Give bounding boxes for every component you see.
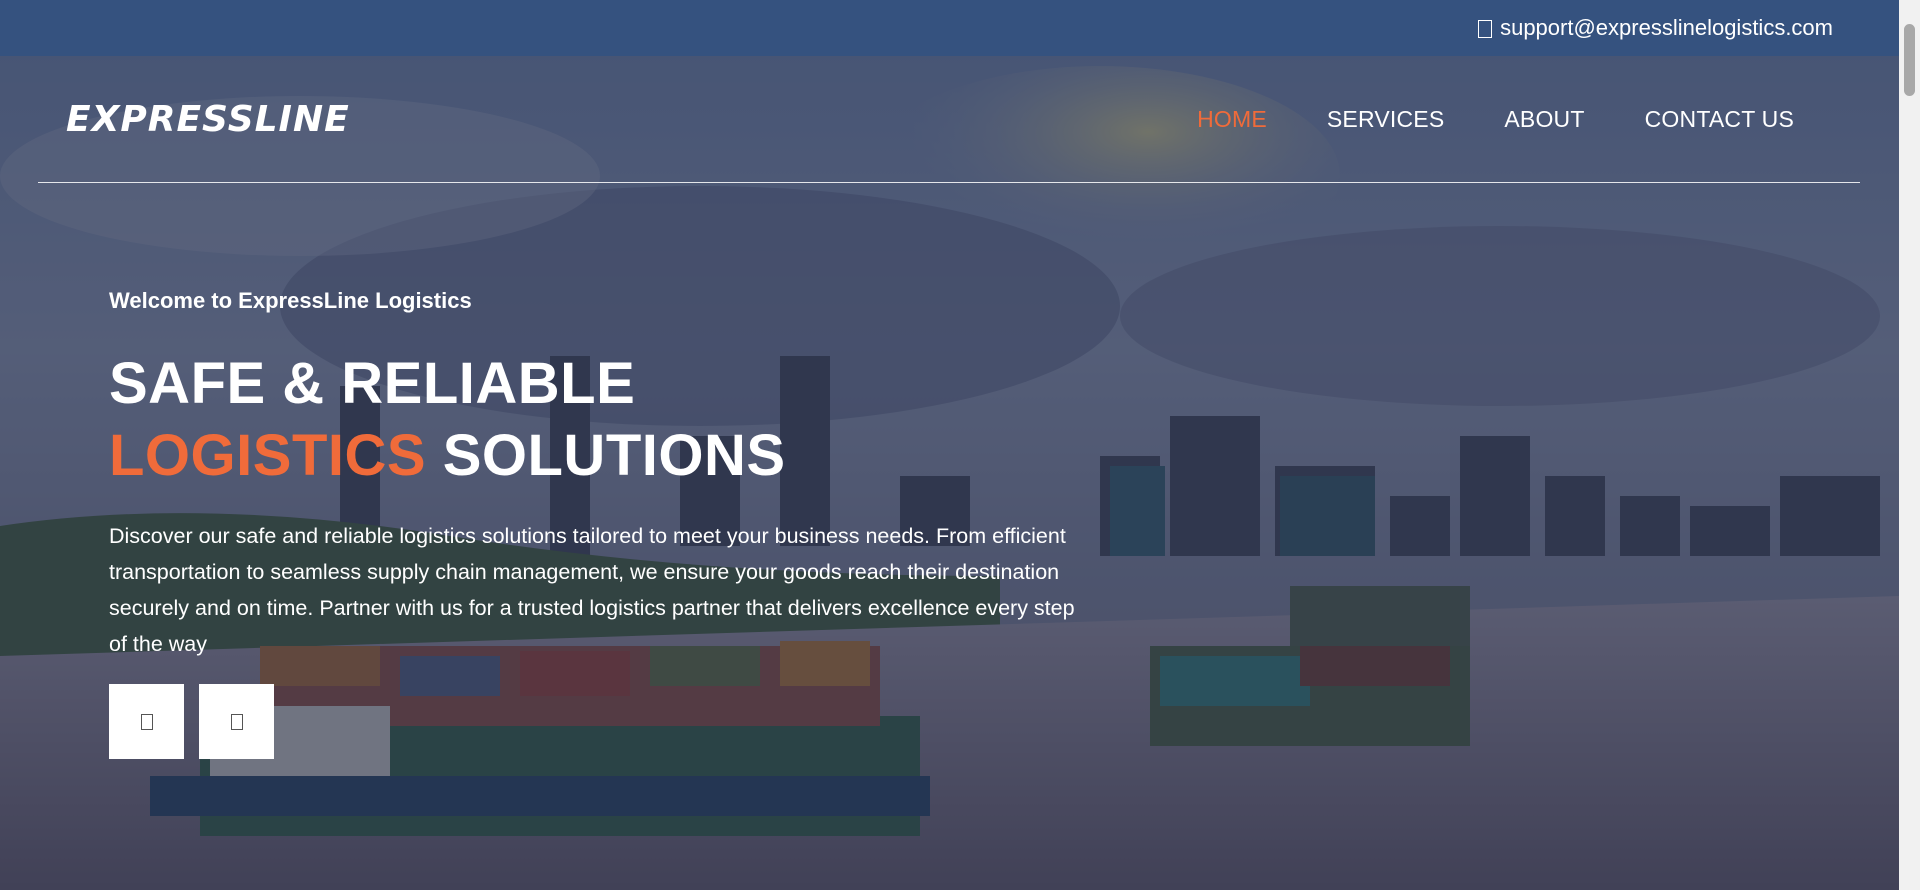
header-divider bbox=[38, 182, 1860, 183]
headline-line1: SAFE & RELIABLE bbox=[109, 351, 636, 416]
page-scrollbar[interactable] bbox=[1899, 0, 1920, 890]
top-bar: support@expresslinelogistics.com bbox=[0, 0, 1899, 56]
nav-about[interactable]: ABOUT bbox=[1504, 106, 1584, 133]
next-slide-button[interactable] bbox=[199, 684, 274, 759]
nav-home[interactable]: HOME bbox=[1197, 106, 1267, 133]
main-nav: HOME SERVICES ABOUT CONTACT US bbox=[1197, 106, 1794, 133]
support-email-link[interactable]: support@expresslinelogistics.com bbox=[1500, 15, 1833, 41]
headline-accent: LOGISTICS bbox=[109, 423, 427, 488]
chevron-right-icon bbox=[230, 713, 243, 730]
headline-rest: SOLUTIONS bbox=[442, 423, 786, 488]
hero-content: Welcome to ExpressLine Logistics SAFE & … bbox=[109, 288, 1089, 759]
nav-contact-us[interactable]: CONTACT US bbox=[1645, 106, 1794, 133]
hero-description: Discover our safe and reliable logistics… bbox=[109, 524, 1075, 656]
chevron-left-icon bbox=[140, 713, 153, 730]
slider-controls bbox=[109, 684, 1089, 759]
welcome-text: Welcome to ExpressLine Logistics bbox=[109, 288, 472, 313]
hero-headline: SAFE & RELIABLE LOGISTICS SOLUTIONS bbox=[109, 348, 1089, 492]
scrollbar-thumb[interactable] bbox=[1904, 24, 1915, 96]
prev-slide-button[interactable] bbox=[109, 684, 184, 759]
page: support@expresslinelogistics.com EXPRESS… bbox=[0, 0, 1920, 890]
mail-icon bbox=[1478, 20, 1493, 38]
nav-services[interactable]: SERVICES bbox=[1327, 106, 1445, 133]
site-header: EXPRESSLINE HOME SERVICES ABOUT CONTACT … bbox=[0, 56, 1899, 184]
logo[interactable]: EXPRESSLINE bbox=[66, 102, 350, 138]
